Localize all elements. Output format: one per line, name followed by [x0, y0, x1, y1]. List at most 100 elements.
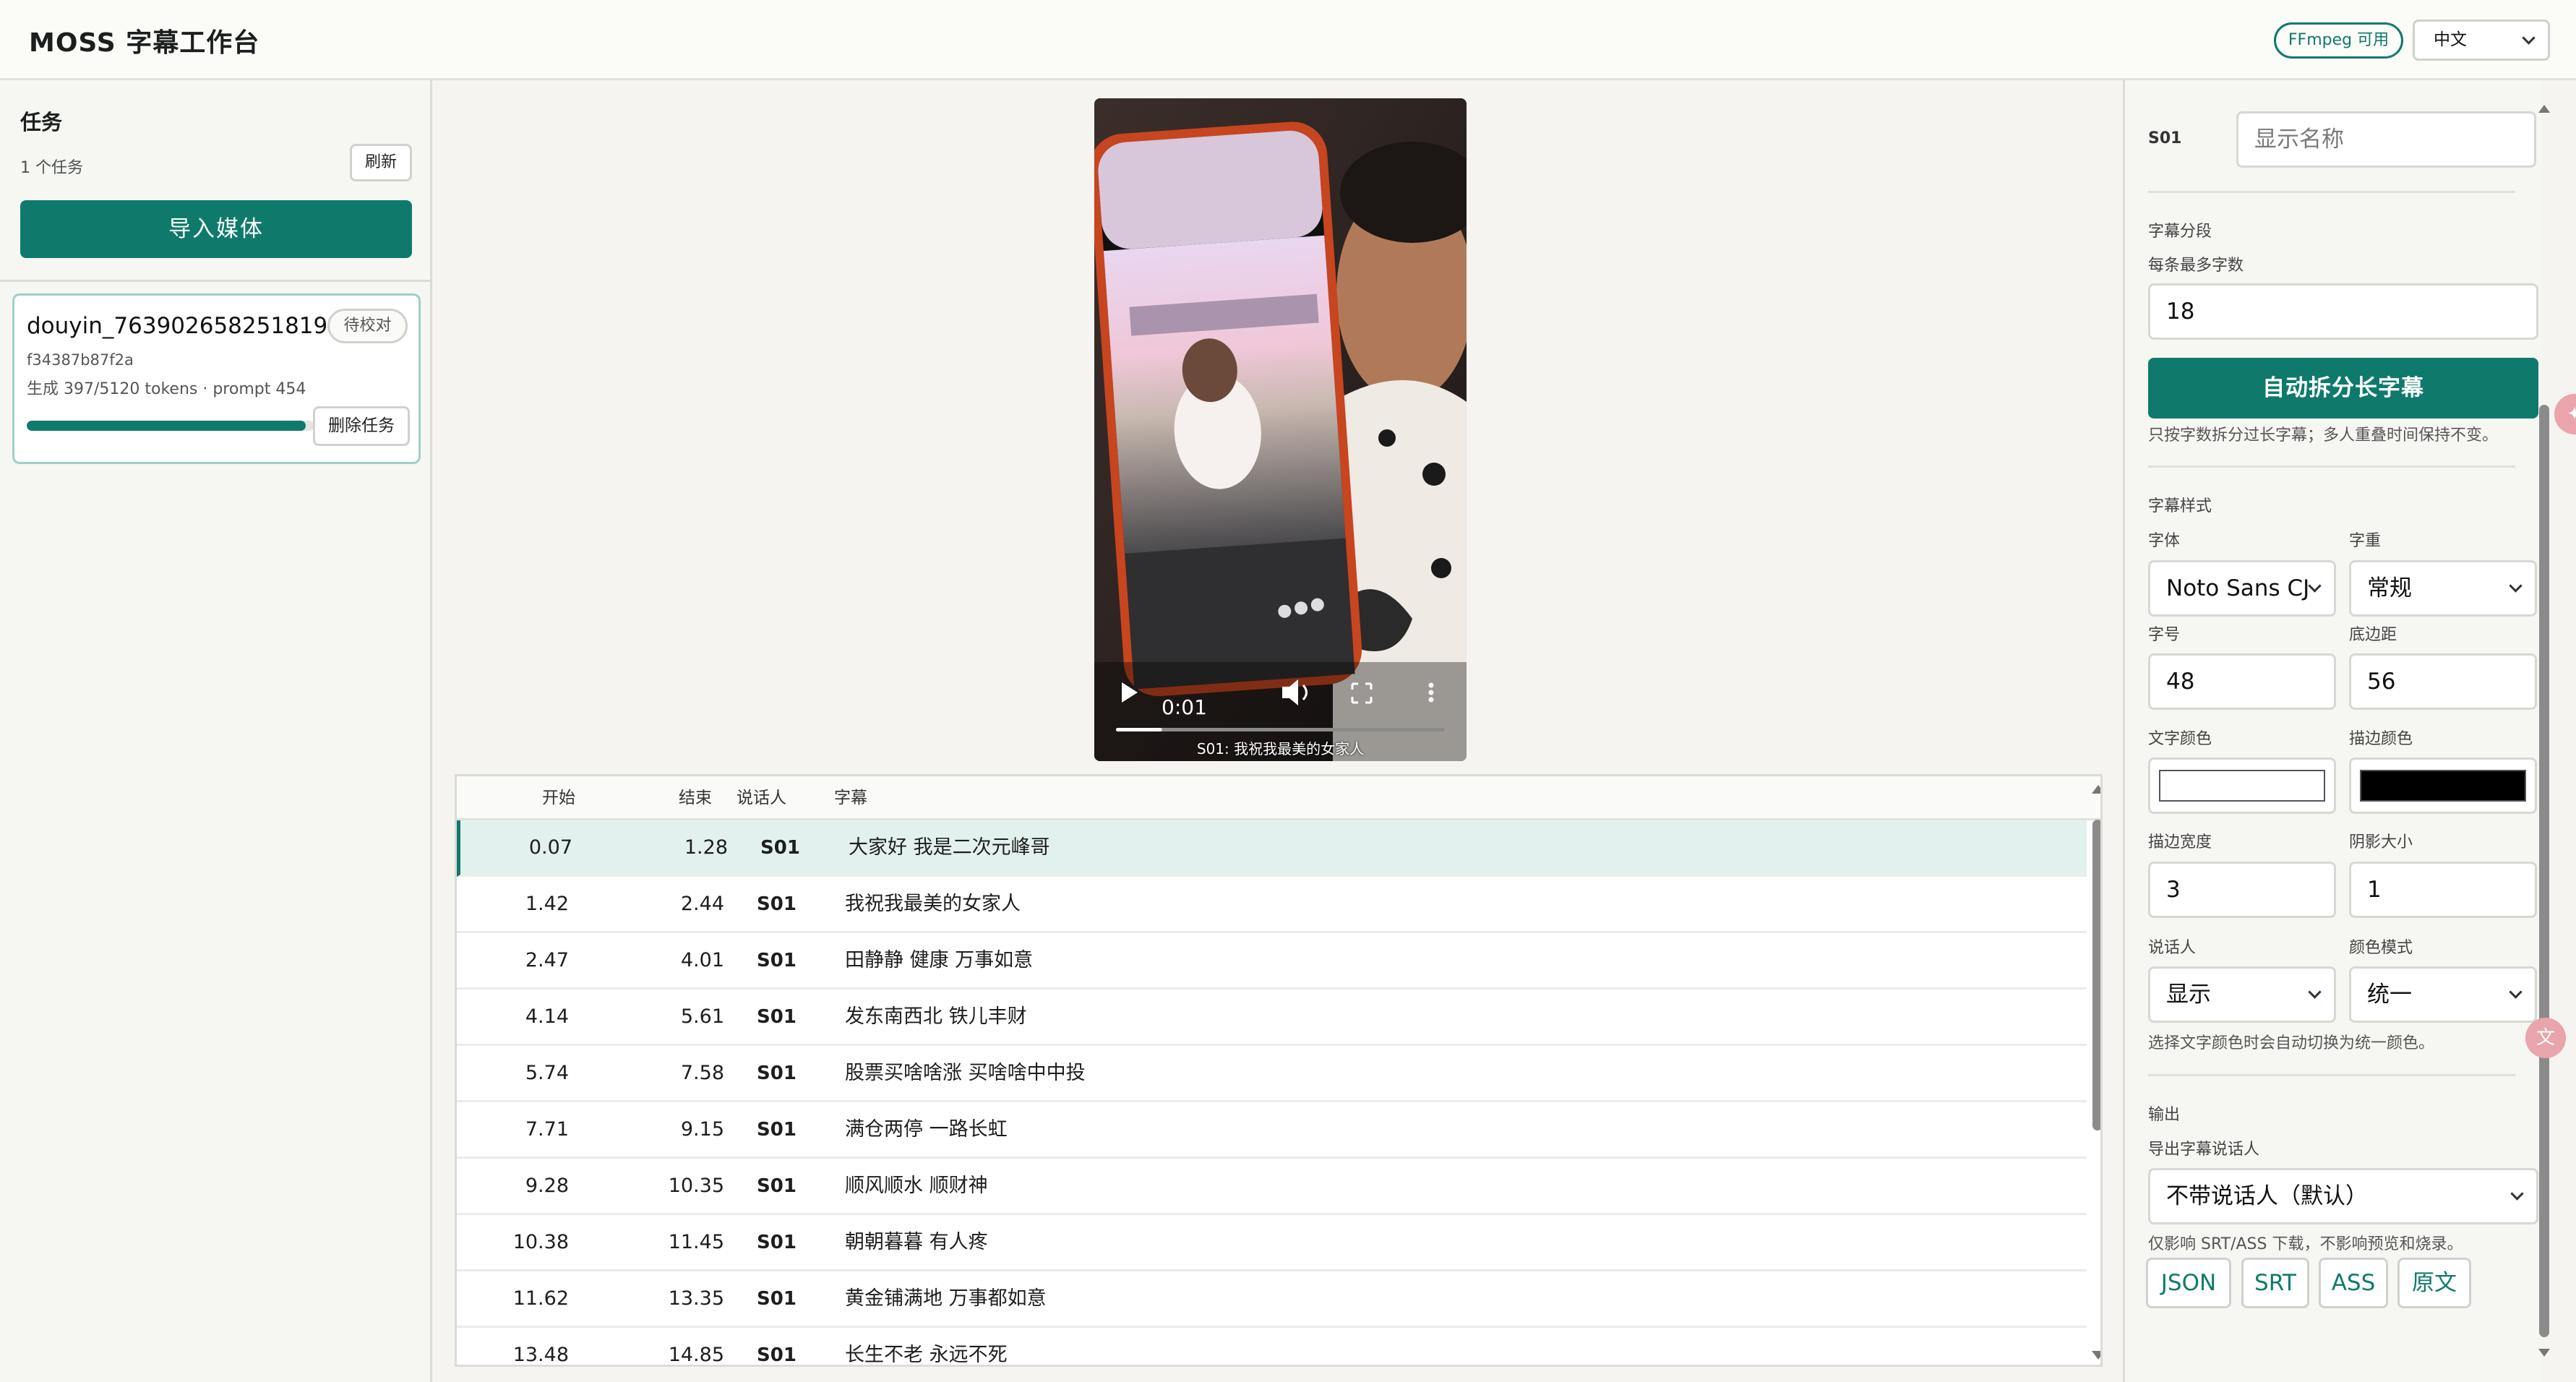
import-media-button[interactable]: 导入媒体 [20, 200, 412, 258]
language-select[interactable]: 中文 [2413, 20, 2550, 61]
app-root: MOSS 字幕工作台 FFmpeg 可用 中文 任务 1 个任务 刷新 导入媒体… [0, 0, 2576, 1382]
task-progress-bar [27, 421, 314, 431]
video-frame-image [1094, 98, 1467, 761]
cell-subtitle-text[interactable]: 顺风顺水 顺财神 [845, 1159, 2001, 1215]
settings-panel: S01 显示名称 字幕分段 每条最多字数 18 自动拆分长字幕 只按字数拆分过长… [2123, 80, 2541, 1382]
task-progress-fill [27, 421, 306, 431]
video-player[interactable]: 0:01 S01: 我祝我最美的女家人 [1094, 98, 1467, 761]
language-value: 中文 [2434, 30, 2467, 49]
cell-speaker: S01 [757, 1119, 797, 1141]
table-scrollbar-thumb[interactable] [2092, 820, 2100, 1130]
cell-subtitle-text[interactable]: 朝朝暮暮 有人疼 [845, 1215, 2001, 1271]
task-token-usage: 生成 397/5120 tokens · prompt 454 [27, 380, 306, 398]
font-size-input[interactable]: 48 [2148, 653, 2336, 710]
margin-label: 底边距 [2349, 626, 2397, 644]
table-row[interactable]: 2.47 4.01 S01 田静静 健康 万事如意 [457, 933, 2087, 990]
export-speaker-select[interactable]: 不带说话人（默认） [2148, 1168, 2538, 1224]
task-count: 1 个任务 [20, 159, 83, 177]
panel-scrollbar-thumb[interactable] [2539, 405, 2549, 1337]
font-select[interactable]: Noto Sans CJ [2148, 560, 2336, 617]
bottom-margin-input[interactable]: 56 [2349, 653, 2537, 710]
table-row[interactable]: 11.62 13.35 S01 黄金铺满地 万事都如意 [457, 1271, 2087, 1328]
task-hash: f34387b87f2a [27, 351, 134, 369]
shadow-size-input[interactable]: 1 [2349, 862, 2537, 918]
section-divider [2148, 1074, 2515, 1076]
app-title: MOSS 字幕工作台 [29, 28, 260, 58]
outline-color-label: 描边颜色 [2349, 730, 2413, 748]
speaker-id-label: S01 [2148, 129, 2182, 147]
panel-scroll-up-arrow-icon[interactable] [2538, 105, 2550, 113]
floating-assistant-icon[interactable]: ✦ [2554, 394, 2576, 434]
table-row[interactable]: 9.28 10.35 S01 顺风顺水 顺财神 [457, 1159, 2087, 1215]
font-label: 字体 [2148, 532, 2181, 550]
download-ass-button[interactable]: ASS [2319, 1258, 2388, 1308]
chevron-down-icon [2509, 985, 2523, 999]
weight-select[interactable]: 常规 [2349, 560, 2537, 617]
cell-end: 11.45 [668, 1231, 724, 1253]
chevron-down-icon [2509, 579, 2523, 593]
cell-start: 13.48 [512, 1344, 569, 1366]
color-mode-label: 颜色模式 [2349, 939, 2413, 957]
table-row[interactable]: 13.48 14.85 S01 长生不老 永远不死 [457, 1328, 2087, 1366]
cell-speaker: S01 [757, 1063, 797, 1084]
task-name: douyin_763902658251819... [27, 313, 330, 339]
text-color-picker[interactable] [2148, 757, 2336, 814]
table-row[interactable]: 7.71 9.15 S01 满仓两停 一路长虹 [457, 1102, 2087, 1159]
speaker-mode-label: 说话人 [2148, 939, 2197, 957]
table-row[interactable]: 10.38 11.45 S01 朝朝暮暮 有人疼 [457, 1215, 2087, 1271]
view-original-button[interactable]: 原文 [2397, 1258, 2471, 1308]
table-row[interactable]: 4.14 5.61 S01 发东南西北 铁儿丰财 [457, 990, 2087, 1046]
cell-end: 4.01 [680, 949, 724, 971]
cell-end: 13.35 [668, 1287, 724, 1310]
cell-subtitle-text[interactable]: 长生不老 永远不死 [845, 1328, 2001, 1365]
cell-subtitle-text[interactable]: 满仓两停 一路长虹 [845, 1102, 2001, 1159]
cell-end: 14.85 [668, 1344, 724, 1366]
cell-end: 5.61 [680, 1005, 724, 1028]
text-color-swatch [2159, 770, 2325, 802]
download-json-button[interactable]: JSON [2146, 1258, 2231, 1308]
chevron-down-icon [2308, 579, 2322, 593]
cell-subtitle-text[interactable]: 我祝我最美的女家人 [845, 877, 2001, 933]
shadow-label: 阴影大小 [2349, 833, 2413, 851]
download-srt-button[interactable]: SRT [2241, 1258, 2309, 1308]
outline-width-input[interactable]: 3 [2148, 862, 2336, 918]
ffmpeg-status-badge: FFmpeg 可用 [2274, 22, 2403, 59]
outline-color-picker[interactable] [2349, 757, 2537, 814]
subtitle-table: 开始 结束 说话人 字幕 0.07 1.28 S01 大家好 我是二次元峰哥 1… [455, 774, 2103, 1367]
cell-subtitle-text[interactable]: 股票买啥啥涨 买啥啥中中投 [845, 1046, 2001, 1102]
cell-end: 7.58 [680, 1062, 724, 1084]
speaker-mode-select[interactable]: 显示 [2148, 966, 2336, 1023]
scroll-up-arrow-icon[interactable] [2092, 785, 2100, 794]
color-mode-select[interactable]: 统一 [2349, 966, 2537, 1023]
cell-subtitle-text[interactable]: 发东南西北 铁儿丰财 [845, 990, 2001, 1046]
max-chars-input[interactable]: 18 [2148, 283, 2538, 340]
refresh-button[interactable]: 刷新 [350, 144, 412, 181]
style-section-title: 字幕样式 [2148, 497, 2212, 515]
outline-color-swatch [2360, 770, 2526, 802]
cell-subtitle-text[interactable]: 大家好 我是二次元峰哥 [849, 820, 2005, 877]
delete-task-button[interactable]: 删除任务 [313, 406, 410, 446]
cell-speaker: S01 [757, 1232, 797, 1253]
panel-scroll-down-arrow-icon[interactable] [2538, 1349, 2550, 1357]
outline-width-label: 描边宽度 [2148, 833, 2212, 851]
export-speaker-label: 导出字幕说话人 [2148, 1141, 2260, 1159]
cell-subtitle-text[interactable]: 田静静 健康 万事如意 [845, 933, 2001, 990]
task-card[interactable]: douyin_763902658251819... 待校对 f34387b87f… [12, 293, 421, 464]
speaker-mode-value: 显示 [2166, 982, 2211, 1008]
cell-start: 9.28 [525, 1175, 569, 1197]
cell-subtitle-text[interactable]: 黄金铺满地 万事都如意 [845, 1271, 2001, 1328]
translate-icon[interactable]: 文 [2525, 1018, 2566, 1058]
table-row[interactable]: 1.42 2.44 S01 我祝我最美的女家人 [457, 877, 2087, 933]
cell-speaker: S01 [760, 837, 800, 859]
cell-speaker: S01 [757, 1175, 797, 1197]
scroll-down-arrow-icon[interactable] [2092, 1351, 2100, 1360]
section-divider [2148, 465, 2515, 468]
speaker-display-name-input[interactable]: 显示名称 [2236, 111, 2536, 168]
size-label: 字号 [2148, 626, 2181, 644]
auto-split-button[interactable]: 自动拆分长字幕 [2148, 358, 2538, 419]
font-value: Noto Sans CJ [2166, 575, 2310, 601]
color-mode-value: 统一 [2367, 982, 2412, 1008]
table-row[interactable]: 5.74 7.58 S01 股票买啥啥涨 买啥啥中中投 [457, 1046, 2087, 1102]
weight-label: 字重 [2349, 532, 2382, 550]
table-row[interactable]: 0.07 1.28 S01 大家好 我是二次元峰哥 [457, 820, 2087, 877]
